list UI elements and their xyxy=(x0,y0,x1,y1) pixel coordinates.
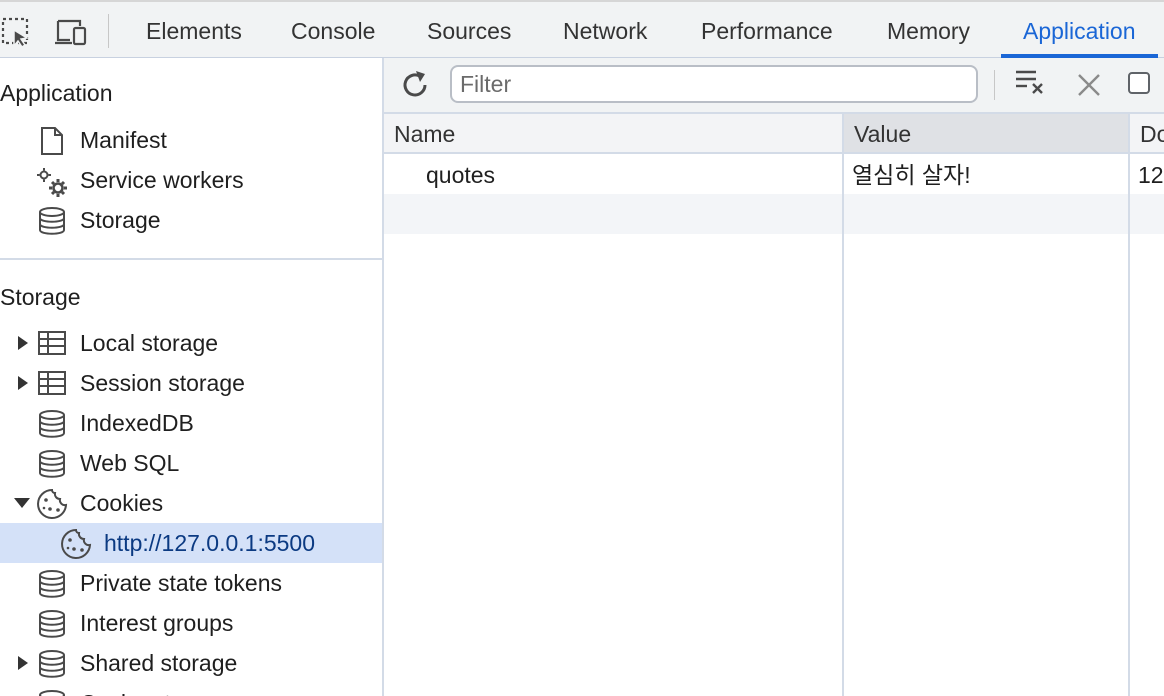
sidebar-item-web-sql[interactable]: Web SQL xyxy=(0,443,382,483)
sidebar-item-label: Session storage xyxy=(80,370,245,396)
table-icon xyxy=(38,370,68,398)
tab-performance[interactable]: Performance xyxy=(701,2,833,58)
filter-input[interactable] xyxy=(450,65,978,103)
expand-arrow-icon[interactable] xyxy=(16,376,30,390)
file-icon xyxy=(38,127,68,155)
sidebar-item-label: Cookies xyxy=(80,490,164,516)
sidebar-item-label: Service workers xyxy=(80,167,244,193)
table-icon xyxy=(38,330,68,358)
gears-icon xyxy=(36,167,67,197)
table-row[interactable]: quotes 열심히 살자! 12 xyxy=(384,154,1164,194)
column-header-name[interactable]: Name xyxy=(384,114,842,152)
database-icon xyxy=(38,690,68,696)
sidebar-item-label: IndexedDB xyxy=(80,410,194,436)
database-icon xyxy=(38,610,68,638)
tab-sources[interactable]: Sources xyxy=(427,2,511,58)
expand-arrow-icon[interactable] xyxy=(16,336,30,350)
cookies-pane: Name Value Do quotes 열심히 살자! 12 xyxy=(384,58,1164,696)
column-header-value[interactable]: Value xyxy=(844,114,1128,152)
database-icon xyxy=(38,410,68,438)
sidebar-item-storage-overview[interactable]: Storage xyxy=(0,200,382,240)
storage-section-title: Storage xyxy=(0,284,81,310)
cookie-icon xyxy=(60,528,92,559)
clear-filtered-icon xyxy=(1016,70,1043,94)
table-row-empty xyxy=(384,194,1164,234)
sidebar-item-local-storage[interactable]: Local storage xyxy=(0,323,382,363)
sidebar-item-service-workers[interactable]: Service workers xyxy=(0,160,382,200)
cookies-table: Name Value Do quotes 열심히 살자! 12 xyxy=(384,114,1164,696)
sidebar-item-label: Shared storage xyxy=(80,650,238,676)
column-divider xyxy=(842,114,844,696)
cookie-value-cell: 열심히 살자! xyxy=(852,162,971,188)
sidebar-item-manifest[interactable]: Manifest xyxy=(0,120,382,160)
application-section-title: Application xyxy=(0,80,113,106)
toolbar-divider xyxy=(994,70,995,100)
database-icon xyxy=(38,207,68,235)
delete-selected-button[interactable] xyxy=(1074,70,1104,100)
cookie-name-cell: quotes xyxy=(426,162,496,188)
sidebar-item-cookies[interactable]: Cookies xyxy=(0,483,382,523)
sidebar-item-label: Interest groups xyxy=(80,610,234,636)
sidebar-item-cache-storage[interactable]: Cache storage xyxy=(0,683,382,696)
tab-console[interactable]: Console xyxy=(291,2,375,58)
sidebar-item-label: Storage xyxy=(80,207,161,233)
device-toolbar-icon[interactable] xyxy=(54,16,88,48)
tab-elements[interactable]: Elements xyxy=(146,2,242,58)
sidebar-item-label: http://127.0.0.1:5500 xyxy=(104,530,316,556)
sidebar-item-label: Web SQL xyxy=(80,450,180,476)
clear-filtered-cookies-button[interactable] xyxy=(1014,68,1048,98)
sidebar-item-indexeddb[interactable]: IndexedDB xyxy=(0,403,382,443)
table-header: Name Value Do xyxy=(384,114,1164,154)
collapse-arrow-icon[interactable] xyxy=(14,496,30,510)
application-sidebar: Application Manifest Service workers Sto… xyxy=(0,58,384,696)
sidebar-item-label: Local storage xyxy=(80,330,219,356)
cookies-toolbar xyxy=(384,58,1164,114)
expand-arrow-icon[interactable] xyxy=(16,656,30,670)
sidebar-item-label: Manifest xyxy=(80,127,167,153)
database-icon xyxy=(38,650,68,678)
sidebar-item-cookie-origin[interactable]: http://127.0.0.1:5500 xyxy=(0,523,382,563)
database-icon xyxy=(38,570,68,598)
refresh-button[interactable] xyxy=(398,68,432,102)
sidebar-item-private-state-tokens[interactable]: Private state tokens xyxy=(0,563,382,603)
cookie-icon xyxy=(36,488,68,519)
sidebar-item-session-storage[interactable]: Session storage xyxy=(0,363,382,403)
tab-memory[interactable]: Memory xyxy=(887,2,970,58)
column-divider xyxy=(1128,114,1130,696)
tab-network[interactable]: Network xyxy=(563,2,647,58)
only-show-issues-checkbox[interactable] xyxy=(1128,72,1150,94)
sidebar-item-shared-storage[interactable]: Shared storage xyxy=(0,643,382,683)
cookie-domain-cell: 12 xyxy=(1138,162,1164,188)
devtools-tab-bar: Elements Console Sources Network Perform… xyxy=(0,0,1164,58)
sidebar-item-label: Private state tokens xyxy=(80,570,282,596)
tab-application[interactable]: Application xyxy=(1001,2,1157,58)
close-icon xyxy=(1078,74,1100,96)
column-header-domain[interactable]: Do xyxy=(1130,114,1164,152)
sidebar-item-interest-groups[interactable]: Interest groups xyxy=(0,603,382,643)
sidebar-item-label: Cache storage xyxy=(80,683,230,696)
toolbar-divider xyxy=(108,14,109,48)
refresh-icon xyxy=(403,71,427,97)
database-icon xyxy=(38,450,68,478)
section-divider xyxy=(0,258,382,260)
inspect-element-icon[interactable] xyxy=(0,16,34,49)
